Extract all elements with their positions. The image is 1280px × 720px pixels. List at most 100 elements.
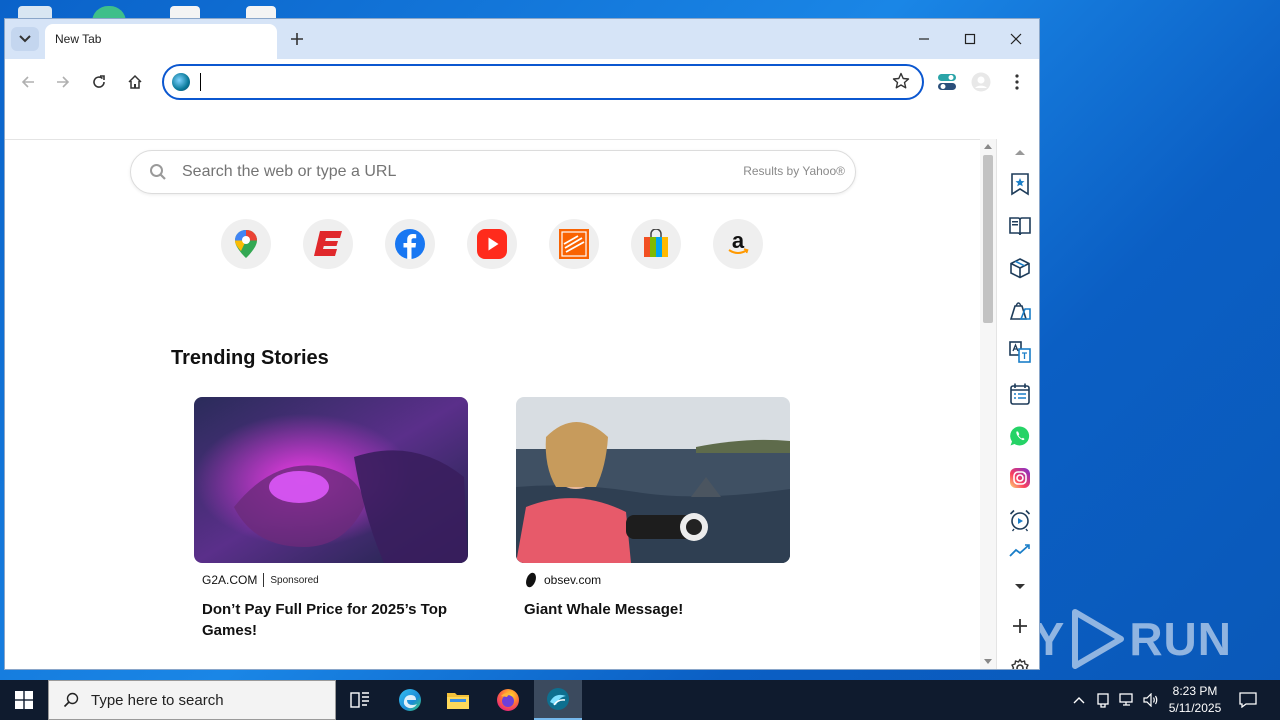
clock-time: 8:23 PM: [1172, 684, 1218, 698]
arrow-left-icon: [21, 76, 34, 88]
arrow-right-icon: [57, 76, 70, 88]
plus-icon: [291, 33, 303, 45]
taskbar-edge[interactable]: [386, 680, 434, 720]
page-scrollbar[interactable]: [980, 139, 996, 669]
story-card[interactable]: G2A.COM Sponsored Don’t Pay Full Price f…: [194, 397, 468, 641]
scroll-up-arrow-icon[interactable]: [984, 143, 992, 149]
toggle-extension-icon: [938, 74, 956, 90]
task-view-button[interactable]: [336, 680, 384, 720]
minimize-button[interactable]: [901, 19, 947, 59]
scrollbar-thumb[interactable]: [983, 155, 993, 323]
tab-new-tab[interactable]: New Tab: [45, 24, 277, 59]
folder-icon: [447, 693, 469, 709]
network-icon: [1119, 693, 1133, 706]
story-source: obsev.com: [524, 572, 790, 588]
story-headline[interactable]: Giant Whale Message!: [524, 599, 782, 620]
sidebar-scroll-down[interactable]: [1007, 579, 1033, 595]
web-search-box[interactable]: Search the web or type a URL Results by …: [130, 150, 856, 194]
tray-chevron[interactable]: [1068, 680, 1090, 720]
shopping-bags-icon: [1009, 302, 1031, 320]
minimize-icon: [919, 38, 929, 40]
search-provider-label: Results by Yahoo®: [743, 164, 845, 178]
sidebar-item-instagram[interactable]: [1007, 465, 1033, 491]
forward-button[interactable]: [50, 69, 76, 95]
sidebar-item-calendar[interactable]: [1007, 381, 1033, 407]
watermark-right: RUN: [1129, 613, 1232, 665]
address-bar[interactable]: [162, 64, 924, 100]
maximize-icon: [964, 33, 976, 45]
sidebar-item-chart[interactable]: [1007, 543, 1033, 561]
amazon-icon: a: [728, 229, 749, 254]
story-headline[interactable]: Don’t Pay Full Price for 2025’s Top Game…: [202, 599, 460, 641]
story-image[interactable]: [194, 397, 468, 563]
taskbar-file-explorer[interactable]: [434, 680, 482, 720]
clock-date: 5/11/2025: [1168, 701, 1222, 715]
device-icon: [1097, 693, 1109, 708]
taskbar-search-placeholder: Type here to search: [91, 691, 224, 709]
taskbar-clock[interactable]: 8:23 PM 5/11/2025: [1158, 683, 1232, 717]
sidebar-add-button[interactable]: [1007, 613, 1033, 639]
windows-logo-icon: [15, 691, 33, 709]
notification-icon: [1239, 692, 1257, 708]
bookmark-button[interactable]: [892, 72, 910, 95]
story-source-name: G2A.COM: [202, 573, 258, 587]
taskbar-search-box[interactable]: Type here to search: [48, 680, 336, 720]
instagram-icon: [1010, 468, 1030, 488]
calendar-list-icon: [1010, 383, 1030, 405]
back-button[interactable]: [15, 69, 41, 95]
maximize-button[interactable]: [947, 19, 993, 59]
sidebar-item-bookmarks[interactable]: [1007, 171, 1033, 197]
reload-button[interactable]: [86, 69, 112, 95]
extension-toggle-button[interactable]: [934, 69, 960, 95]
story-source-name: obsev.com: [544, 573, 602, 587]
speaker-icon: [1143, 693, 1158, 707]
story-image[interactable]: [516, 397, 790, 563]
shortcut-youtube[interactable]: [467, 219, 517, 269]
sidebar-item-translate[interactable]: [1007, 339, 1033, 365]
translate-icon: [1009, 341, 1031, 363]
sidebar-item-alarm[interactable]: [1007, 507, 1033, 533]
publisher-logo-icon: [526, 572, 536, 588]
sidebar-scroll-up[interactable]: [1007, 139, 1033, 165]
story-card[interactable]: obsev.com Giant Whale Message!: [516, 397, 790, 620]
tray-network[interactable]: [1116, 680, 1138, 720]
sponsored-label: Sponsored: [270, 574, 319, 586]
home-depot-icon: [559, 229, 589, 259]
star-icon: [892, 72, 910, 89]
notification-center-button[interactable]: [1234, 680, 1262, 720]
svg-text:a: a: [732, 229, 745, 253]
home-button[interactable]: [122, 69, 148, 95]
profile-button[interactable]: [968, 69, 994, 95]
new-tab-button[interactable]: [285, 27, 309, 51]
shortcut-espn[interactable]: [303, 219, 353, 269]
sidebar-item-whatsapp[interactable]: [1007, 423, 1033, 449]
settings-icon: [1011, 658, 1029, 669]
alarm-clock-icon: [1009, 509, 1031, 532]
shortcut-amazon[interactable]: a: [713, 219, 763, 269]
chevron-up-icon: [1073, 697, 1085, 704]
sidebar-item-package[interactable]: [1007, 255, 1033, 281]
taskbar-browser-active[interactable]: [534, 680, 582, 720]
chevron-up-icon: [1015, 150, 1025, 155]
tray-network-device[interactable]: [1092, 680, 1114, 720]
chevron-down-icon: [19, 35, 31, 43]
task-view-icon: [350, 692, 369, 708]
menu-button[interactable]: [1004, 69, 1030, 95]
sidebar-item-reading[interactable]: [1007, 213, 1033, 239]
store-bag-icon: [644, 229, 668, 257]
avatar-icon: [971, 72, 991, 92]
taskbar-firefox[interactable]: [484, 680, 532, 720]
search-icon: [63, 692, 79, 708]
shortcut-home-depot[interactable]: [549, 219, 599, 269]
sidebar-item-shopping[interactable]: [1007, 297, 1033, 323]
tab-search-button[interactable]: [11, 27, 39, 51]
tab-strip: New Tab: [5, 19, 1039, 59]
shortcut-facebook[interactable]: [385, 219, 435, 269]
sidebar-settings-button[interactable]: [1007, 655, 1033, 669]
scroll-down-arrow-icon[interactable]: [984, 659, 992, 665]
shortcut-microsoft-store[interactable]: [631, 219, 681, 269]
shortcut-google-maps[interactable]: [221, 219, 271, 269]
gaming-controller-photo: [194, 397, 468, 563]
start-button[interactable]: [0, 680, 48, 720]
close-button[interactable]: [993, 19, 1039, 59]
